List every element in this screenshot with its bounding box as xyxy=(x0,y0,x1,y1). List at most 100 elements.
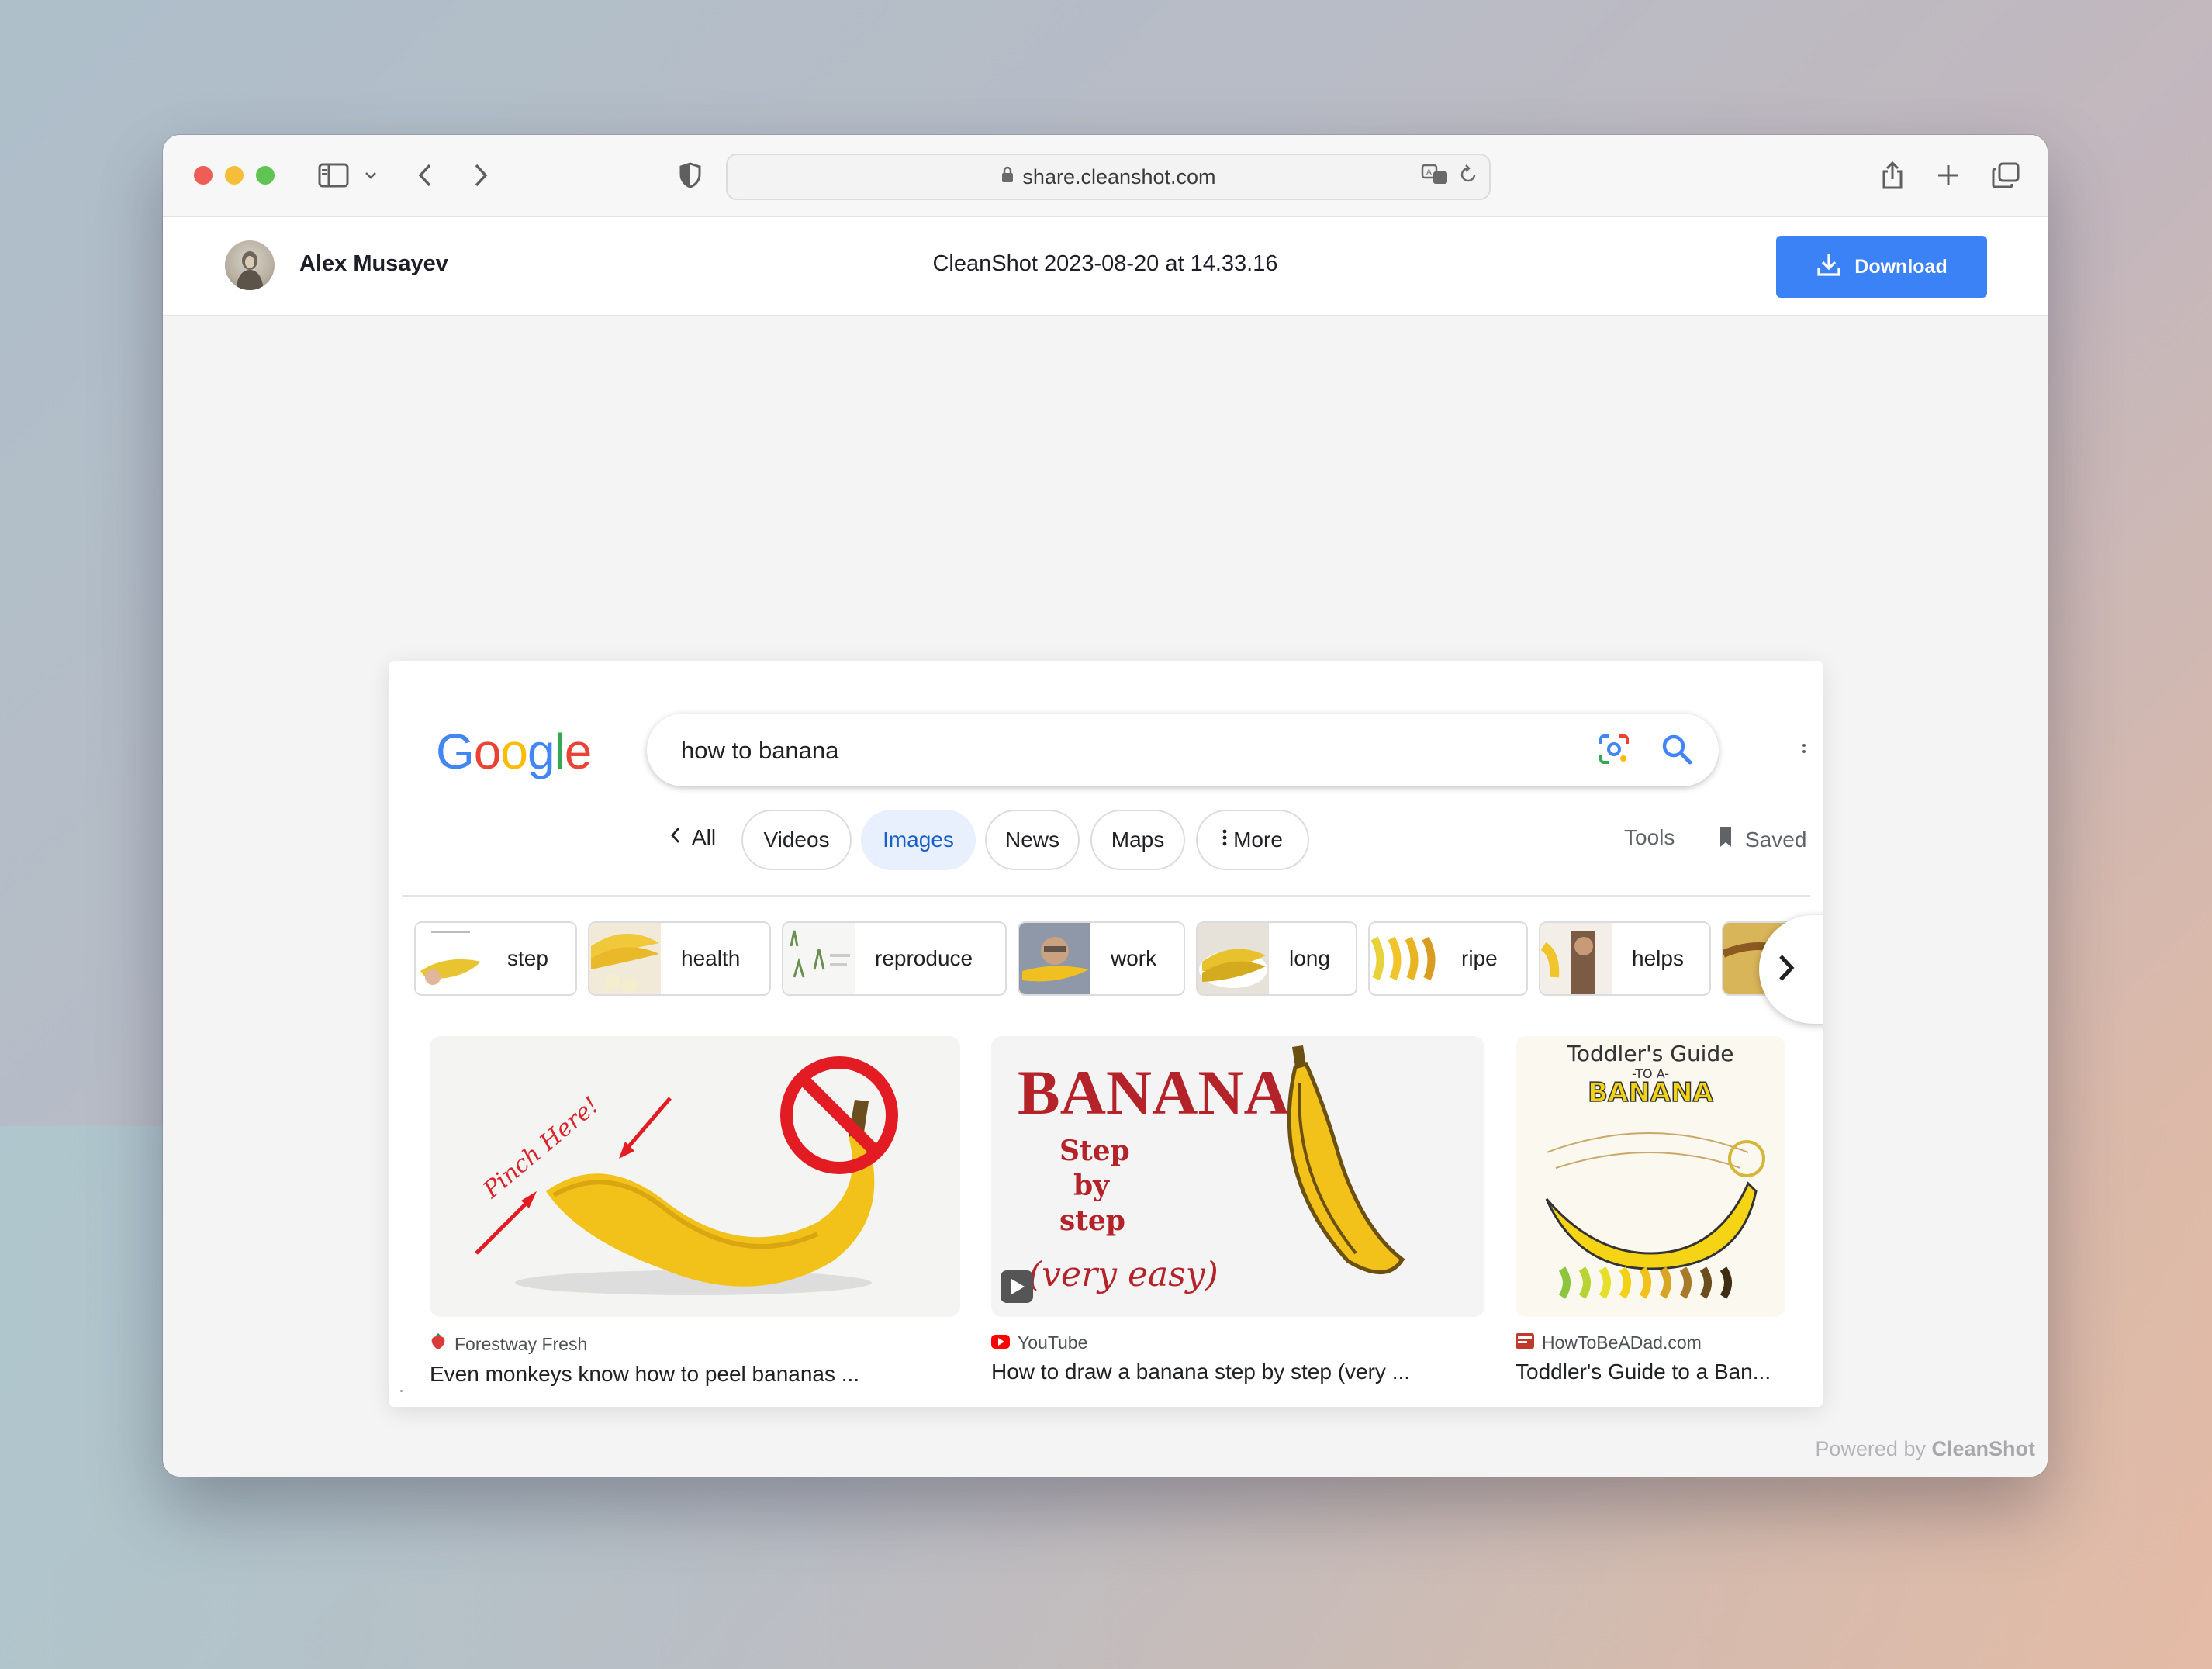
chevron-right-icon xyxy=(1776,952,1796,988)
result-title[interactable]: Toddler's Guide to a Ban... xyxy=(1516,1360,1785,1384)
back-icon[interactable] xyxy=(410,157,441,194)
refine-label: reproduce xyxy=(875,946,973,970)
svg-text:A: A xyxy=(1426,168,1432,177)
image-caption: Step xyxy=(1059,1135,1130,1167)
tab-maps[interactable]: Maps xyxy=(1090,810,1185,870)
result-image[interactable]: BANANA Step by step (very easy) xyxy=(991,1036,1484,1317)
logo-letter: e xyxy=(564,724,593,779)
refinement-chips: step health reproduce work long ripe hel… xyxy=(389,921,1823,996)
result-source[interactable]: Forestway Fresh xyxy=(430,1332,960,1356)
result-title[interactable]: How to draw a banana step by step (very … xyxy=(991,1360,1484,1384)
avatar[interactable] xyxy=(225,240,275,290)
image-caption: step xyxy=(1059,1204,1125,1237)
download-label: Download xyxy=(1854,255,1948,278)
tab-news[interactable]: News xyxy=(985,810,1080,870)
tab-label: Videos xyxy=(763,828,830,852)
image-caption: Toddler's Guide xyxy=(1567,1041,1734,1066)
more-dots-icon xyxy=(1222,828,1227,853)
refine-label: long xyxy=(1289,946,1330,970)
result-source[interactable]: YouTube xyxy=(991,1332,1484,1353)
user-name[interactable]: Alex Musayev xyxy=(299,251,448,277)
youtube-favicon-icon xyxy=(991,1332,1010,1353)
refine-thumb xyxy=(1540,923,1612,994)
google-logo[interactable]: Google xyxy=(436,723,593,780)
settings-dots-icon[interactable] xyxy=(1802,738,1806,758)
refine-thumb xyxy=(783,923,855,994)
refine-label: ripe xyxy=(1461,946,1498,970)
saved-button[interactable]: Saved xyxy=(1717,825,1806,854)
powered-brand: CleanShot xyxy=(1931,1437,2035,1460)
search-icon[interactable] xyxy=(1660,732,1694,770)
stray-dot xyxy=(400,1390,403,1392)
forward-icon[interactable] xyxy=(465,157,496,194)
image-result[interactable]: Toddler's Guide -TO A- BANANA HowToBeADa… xyxy=(1516,1036,1785,1384)
share-icon[interactable] xyxy=(1877,157,1908,194)
privacy-shield-icon[interactable] xyxy=(675,157,706,194)
refine-chip-reproduce[interactable]: reproduce xyxy=(782,921,1007,996)
powered-by[interactable]: Powered by CleanShot xyxy=(1815,1437,2035,1461)
tab-more[interactable]: More xyxy=(1196,810,1309,870)
reload-icon[interactable] xyxy=(1458,164,1478,191)
strawberry-favicon-icon xyxy=(430,1332,447,1356)
download-icon xyxy=(1816,251,1842,283)
source-name: Forestway Fresh xyxy=(454,1333,588,1354)
search-tabs: All Videos Images News Maps More Tools S… xyxy=(389,810,1823,875)
refine-label: work xyxy=(1111,946,1157,970)
tab-all[interactable]: All xyxy=(670,825,716,850)
refine-chip-health[interactable]: health xyxy=(588,921,771,996)
image-result[interactable]: BANANA Step by step (very easy) YouTube … xyxy=(991,1036,1484,1384)
sidebar-toggle-icon[interactable] xyxy=(315,157,352,194)
refine-chip-ripe[interactable]: ripe xyxy=(1368,921,1528,996)
tab-all-label: All xyxy=(692,825,717,849)
close-window-button[interactable] xyxy=(194,166,213,185)
screenshot-viewer: Google All xyxy=(163,316,2048,1477)
search-box xyxy=(647,714,1719,786)
refine-chip-step[interactable]: step xyxy=(414,921,577,996)
result-title[interactable]: Even monkeys know how to peel bananas ..… xyxy=(430,1362,960,1387)
logo-letter: g xyxy=(527,724,555,779)
tab-label: Images xyxy=(883,828,954,852)
saved-label: Saved xyxy=(1745,827,1807,852)
search-input[interactable] xyxy=(679,729,1567,772)
chevron-down-icon[interactable] xyxy=(361,157,380,194)
minimize-window-button[interactable] xyxy=(225,166,244,185)
tab-overview-icon[interactable] xyxy=(1989,157,2023,194)
refine-thumb xyxy=(416,923,487,994)
tools-button[interactable]: Tools xyxy=(1624,825,1675,850)
site-favicon-icon xyxy=(1516,1332,1534,1353)
translate-icon[interactable]: A xyxy=(1421,163,1450,192)
address-bar[interactable]: share.cleanshot.com A xyxy=(726,154,1491,200)
refine-label: step xyxy=(507,946,548,970)
result-image[interactable]: Pinch Here! xyxy=(430,1036,960,1317)
logo-letter: o xyxy=(473,724,502,779)
refine-chip-helps[interactable]: helps xyxy=(1539,921,1711,996)
tab-label: Maps xyxy=(1111,828,1165,852)
refine-label: health xyxy=(681,946,741,970)
refine-thumb xyxy=(1198,923,1269,994)
new-tab-icon[interactable] xyxy=(1933,157,1964,194)
divider xyxy=(402,895,1810,897)
refine-chip-long[interactable]: long xyxy=(1196,921,1357,996)
chevron-left-icon xyxy=(670,825,681,850)
lock-icon xyxy=(1001,165,1014,189)
image-result[interactable]: Pinch Here! Forestway Fresh Even monkeys… xyxy=(430,1036,960,1387)
download-button[interactable]: Download xyxy=(1776,236,1987,298)
image-caption: BANANA xyxy=(1018,1057,1290,1128)
zoom-window-button[interactable] xyxy=(256,166,275,185)
refine-thumb xyxy=(1370,923,1441,994)
image-caption: BANANA xyxy=(1588,1077,1713,1108)
url-text: share.cleanshot.com xyxy=(1022,164,1216,188)
bookmark-icon xyxy=(1717,825,1734,854)
google-lens-icon[interactable] xyxy=(1598,733,1630,769)
share-header: Alex Musayev CleanShot 2023-08-20 at 14.… xyxy=(163,217,2048,316)
result-image[interactable]: Toddler's Guide -TO A- BANANA xyxy=(1516,1036,1785,1317)
tab-label: More xyxy=(1233,828,1283,852)
logo-letter: l xyxy=(554,724,565,779)
image-caption: (very easy) xyxy=(1028,1255,1218,1294)
refine-chip-work[interactable]: work xyxy=(1018,921,1185,996)
tab-videos[interactable]: Videos xyxy=(741,810,852,870)
result-source[interactable]: HowToBeADad.com xyxy=(1516,1332,1785,1353)
logo-letter: o xyxy=(500,724,528,779)
tab-images[interactable]: Images xyxy=(861,810,976,870)
source-name: YouTube xyxy=(1018,1332,1088,1353)
